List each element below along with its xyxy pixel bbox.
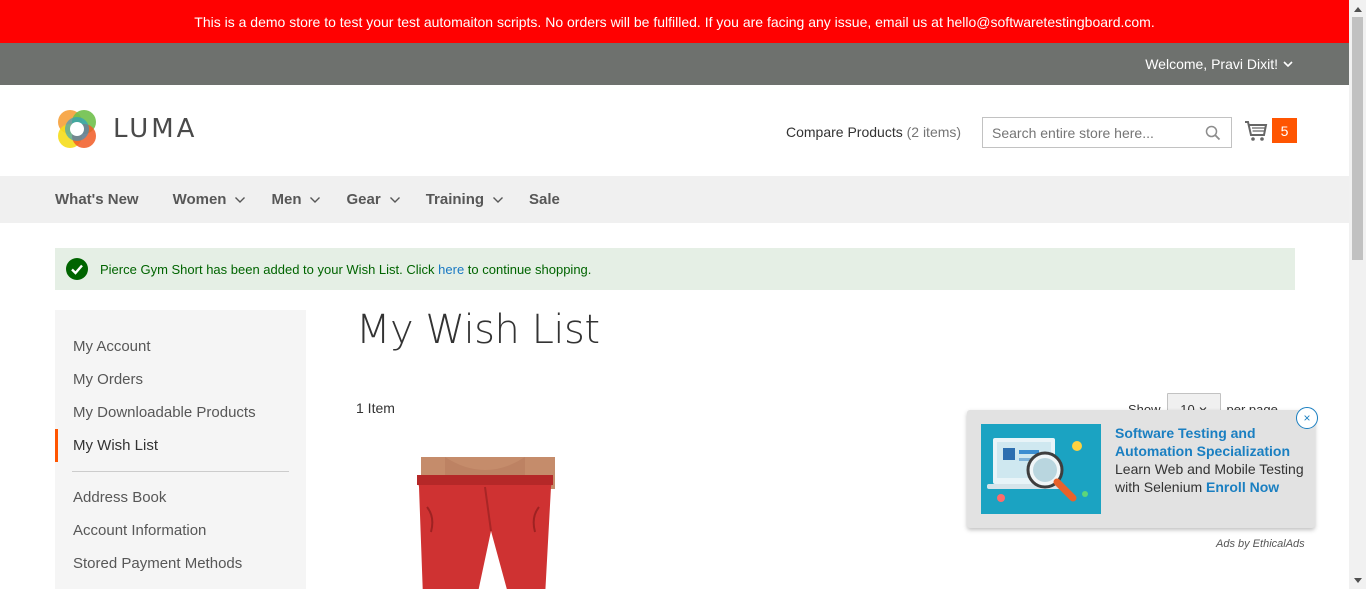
chevron-down-icon [493, 196, 504, 203]
minicart-button[interactable]: 5 [1244, 118, 1297, 143]
sidebar-item-downloadable-products[interactable]: My Downloadable Products [55, 396, 306, 429]
welcome-text: Welcome, Pravi Dixit! [1145, 56, 1278, 72]
search-icon[interactable] [1205, 125, 1221, 141]
ad-illustration [981, 424, 1101, 514]
nav-item-training[interactable]: Training [426, 191, 504, 208]
sidebar-item-address-book[interactable]: Address Book [55, 481, 306, 514]
sidebar-item-label: Address Book [73, 489, 167, 506]
chevron-down-icon [1283, 61, 1293, 68]
continue-shopping-link[interactable]: here [438, 262, 464, 277]
search-field[interactable] [982, 117, 1232, 148]
compare-label: Compare Products [786, 124, 903, 140]
cart-count-badge: 5 [1272, 118, 1297, 143]
ad-text[interactable]: Software Testing and Automation Speciali… [1115, 424, 1305, 496]
account-sidebar: My Account My Orders My Downloadable Pro… [55, 310, 306, 589]
scroll-up-arrow-icon[interactable] [1349, 0, 1366, 17]
nav-label: Training [425, 191, 485, 208]
ad-title[interactable]: Software Testing and Automation Speciali… [1115, 424, 1305, 460]
sidebar-item-label: Stored Payment Methods [73, 555, 243, 572]
top-bar: Welcome, Pravi Dixit! [0, 43, 1349, 85]
sidebar-item-stored-payment-methods[interactable]: Stored Payment Methods [55, 547, 306, 580]
sidebar-item-label: My Orders [73, 371, 144, 388]
page-scrollbar[interactable] [1349, 0, 1366, 589]
demo-notice-text: This is a demo store to test your test a… [194, 13, 1155, 30]
nav-item-gear[interactable]: Gear [346, 191, 400, 208]
demo-notice-banner: This is a demo store to test your test a… [0, 0, 1349, 43]
nav-item-men[interactable]: Men [271, 191, 321, 208]
sidebar-item-label: Account Information [73, 522, 207, 539]
message-text-before: Pierce Gym Short has been added to your … [100, 261, 439, 277]
scroll-down-arrow-icon[interactable] [1349, 572, 1366, 589]
message-text-after: to continue shopping. [464, 261, 592, 277]
nav-item-sale[interactable]: Sale [529, 191, 560, 208]
sidebar-item-label: My Downloadable Products [73, 404, 256, 421]
search-input[interactable] [992, 124, 1197, 141]
nav-label: What's New [55, 191, 139, 208]
compare-products-link[interactable]: Compare Products (2 items) [786, 124, 961, 140]
sidebar-item-my-orders[interactable]: My Orders [55, 363, 306, 396]
compare-count: (2 items) [906, 124, 962, 140]
nav-label: Sale [529, 191, 560, 208]
success-message: Pierce Gym Short has been added to your … [55, 248, 1295, 290]
ad-close-button[interactable]: × [1296, 407, 1318, 429]
sidebar-item-my-account[interactable]: My Account [55, 330, 306, 363]
scrollbar-thumb[interactable] [1352, 17, 1363, 260]
main-navigation: What's New Women Men Gear Training Sale [0, 176, 1349, 223]
site-header: LUMA Compare Products (2 items) 5 [0, 85, 1349, 176]
ad-attribution[interactable]: Ads by EthicalAds [1216, 538, 1305, 550]
nav-item-whats-new[interactable]: What's New [55, 191, 139, 208]
checkmark-circle-icon [66, 258, 88, 280]
customer-menu-toggle[interactable]: Welcome, Pravi Dixit! [1145, 43, 1294, 85]
nav-item-women[interactable]: Women [173, 191, 247, 208]
success-message-text: Pierce Gym Short has been added to your … [100, 262, 591, 277]
ethicalads-banner: Software Testing and Automation Speciali… [967, 407, 1318, 528]
chevron-down-icon [310, 196, 321, 203]
wishlist-product-image[interactable] [405, 457, 565, 589]
luma-logo-mark-icon [58, 110, 96, 148]
sidebar-item-my-wish-list: My Wish List [55, 429, 306, 462]
sidebar-item-account-information[interactable]: Account Information [55, 514, 306, 547]
shopping-cart-icon [1245, 120, 1268, 141]
sidebar-item-label: My Wish List [73, 437, 159, 454]
chevron-down-icon [389, 196, 400, 203]
ad-image[interactable] [981, 424, 1101, 514]
logo-text: LUMA [113, 114, 198, 144]
nav-label: Gear [346, 191, 381, 208]
sidebar-item-label: My Account [73, 338, 151, 355]
gym-short-product-photo [405, 457, 565, 589]
luma-logo[interactable]: LUMA [55, 107, 197, 151]
nav-label: Women [172, 191, 227, 208]
wishlist-item-count: 1 Item [356, 400, 395, 416]
nav-label: Men [271, 191, 302, 208]
sidebar-divider [72, 471, 289, 472]
chevron-down-icon [235, 196, 246, 203]
page-title: My Wish List [356, 307, 600, 353]
ad-cta-link[interactable]: Enroll Now [1206, 479, 1279, 495]
